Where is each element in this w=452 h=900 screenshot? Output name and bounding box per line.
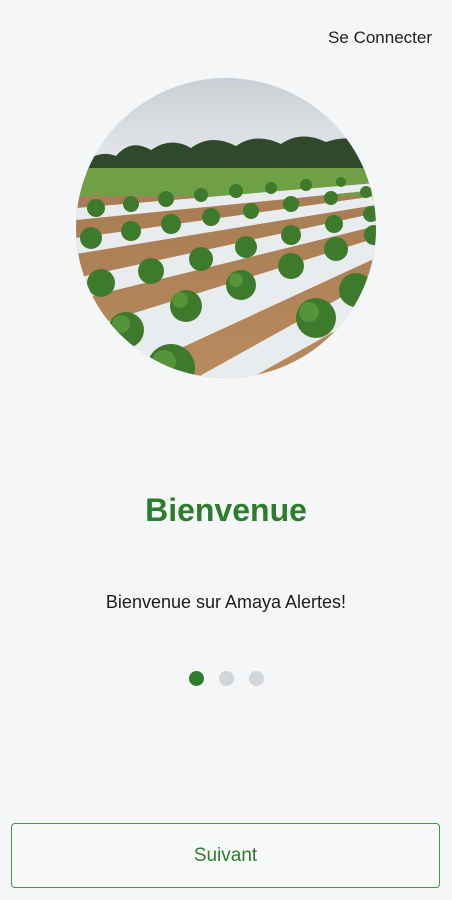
- login-link[interactable]: Se Connecter: [328, 28, 432, 48]
- page-indicator: [0, 671, 452, 686]
- welcome-message: Bienvenue sur Amaya Alertes!: [105, 592, 347, 612]
- hero-image: [76, 78, 376, 378]
- page-dot-1: [188, 671, 204, 686]
- page-title: Bienvenue: [145, 492, 307, 528]
- page-dot-2: [218, 671, 234, 686]
- next-button[interactable]: Suivant: [11, 823, 440, 888]
- page-dot-3: [248, 671, 264, 686]
